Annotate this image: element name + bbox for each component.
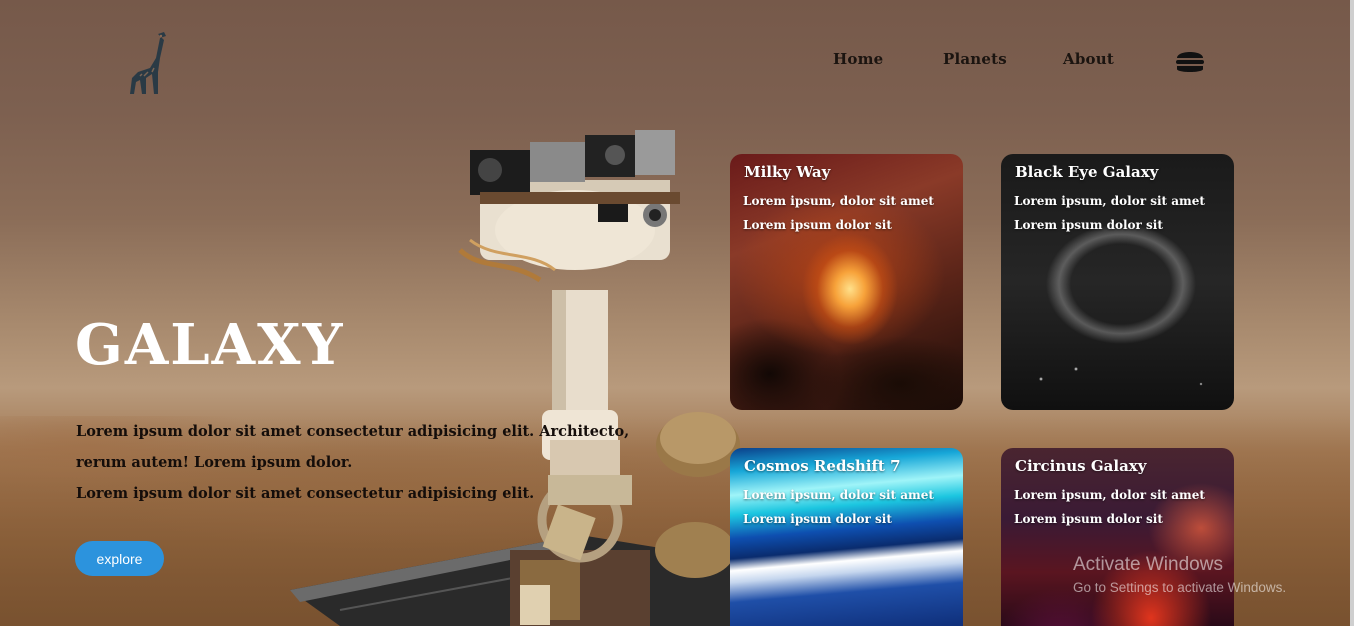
- nav-home-link[interactable]: Home: [833, 50, 883, 68]
- black-eye-galaxy-image: [1001, 154, 1234, 410]
- nav-about-link[interactable]: About: [1063, 50, 1114, 68]
- card-cosmos-redshift-7[interactable]: Cosmos Redshift 7 Lorem ipsum, dolor sit…: [730, 448, 963, 626]
- card-title: Milky Way: [744, 163, 831, 181]
- hero-line: Lorem ipsum dolor sit amet consectetur a…: [76, 485, 535, 502]
- card-text: Lorem ipsum dolor sit: [1014, 218, 1163, 232]
- scrollbar[interactable]: [1350, 0, 1354, 626]
- explore-button[interactable]: explore: [75, 541, 164, 576]
- card-text: Lorem ipsum, dolor sit amet: [743, 194, 934, 208]
- card-text: Lorem ipsum dolor sit: [743, 512, 892, 526]
- hero-line: rerum autem! Lorem ipsum dolor.: [76, 454, 353, 471]
- hero-line: Lorem ipsum dolor sit amet consectetur a…: [76, 423, 630, 440]
- card-title: Cosmos Redshift 7: [744, 457, 901, 475]
- milky-way-image: [730, 154, 963, 410]
- hamburger-menu-icon[interactable]: [1175, 47, 1205, 75]
- card-text: Lorem ipsum dolor sit: [743, 218, 892, 232]
- nav-planets-link[interactable]: Planets: [943, 50, 1007, 68]
- card-milky-way[interactable]: Milky Way Lorem ipsum, dolor sit amet Lo…: [730, 154, 963, 410]
- card-text: Lorem ipsum, dolor sit amet: [743, 488, 934, 502]
- card-text: Lorem ipsum, dolor sit amet: [1014, 194, 1205, 208]
- mars-rover-image: [280, 120, 740, 626]
- card-text: Lorem ipsum, dolor sit amet: [1014, 488, 1205, 502]
- hero-title: GALAXY: [75, 312, 345, 378]
- card-black-eye-galaxy[interactable]: Black Eye Galaxy Lorem ipsum, dolor sit …: [1001, 154, 1234, 410]
- card-circinus-galaxy[interactable]: Circinus Galaxy Lorem ipsum, dolor sit a…: [1001, 448, 1234, 626]
- card-text: Lorem ipsum dolor sit: [1014, 512, 1163, 526]
- giraffe-logo-icon[interactable]: [120, 28, 176, 98]
- hero-description: Lorem ipsum dolor sit amet consectetur a…: [76, 416, 630, 509]
- card-title: Circinus Galaxy: [1015, 457, 1147, 475]
- card-title: Black Eye Galaxy: [1015, 163, 1159, 181]
